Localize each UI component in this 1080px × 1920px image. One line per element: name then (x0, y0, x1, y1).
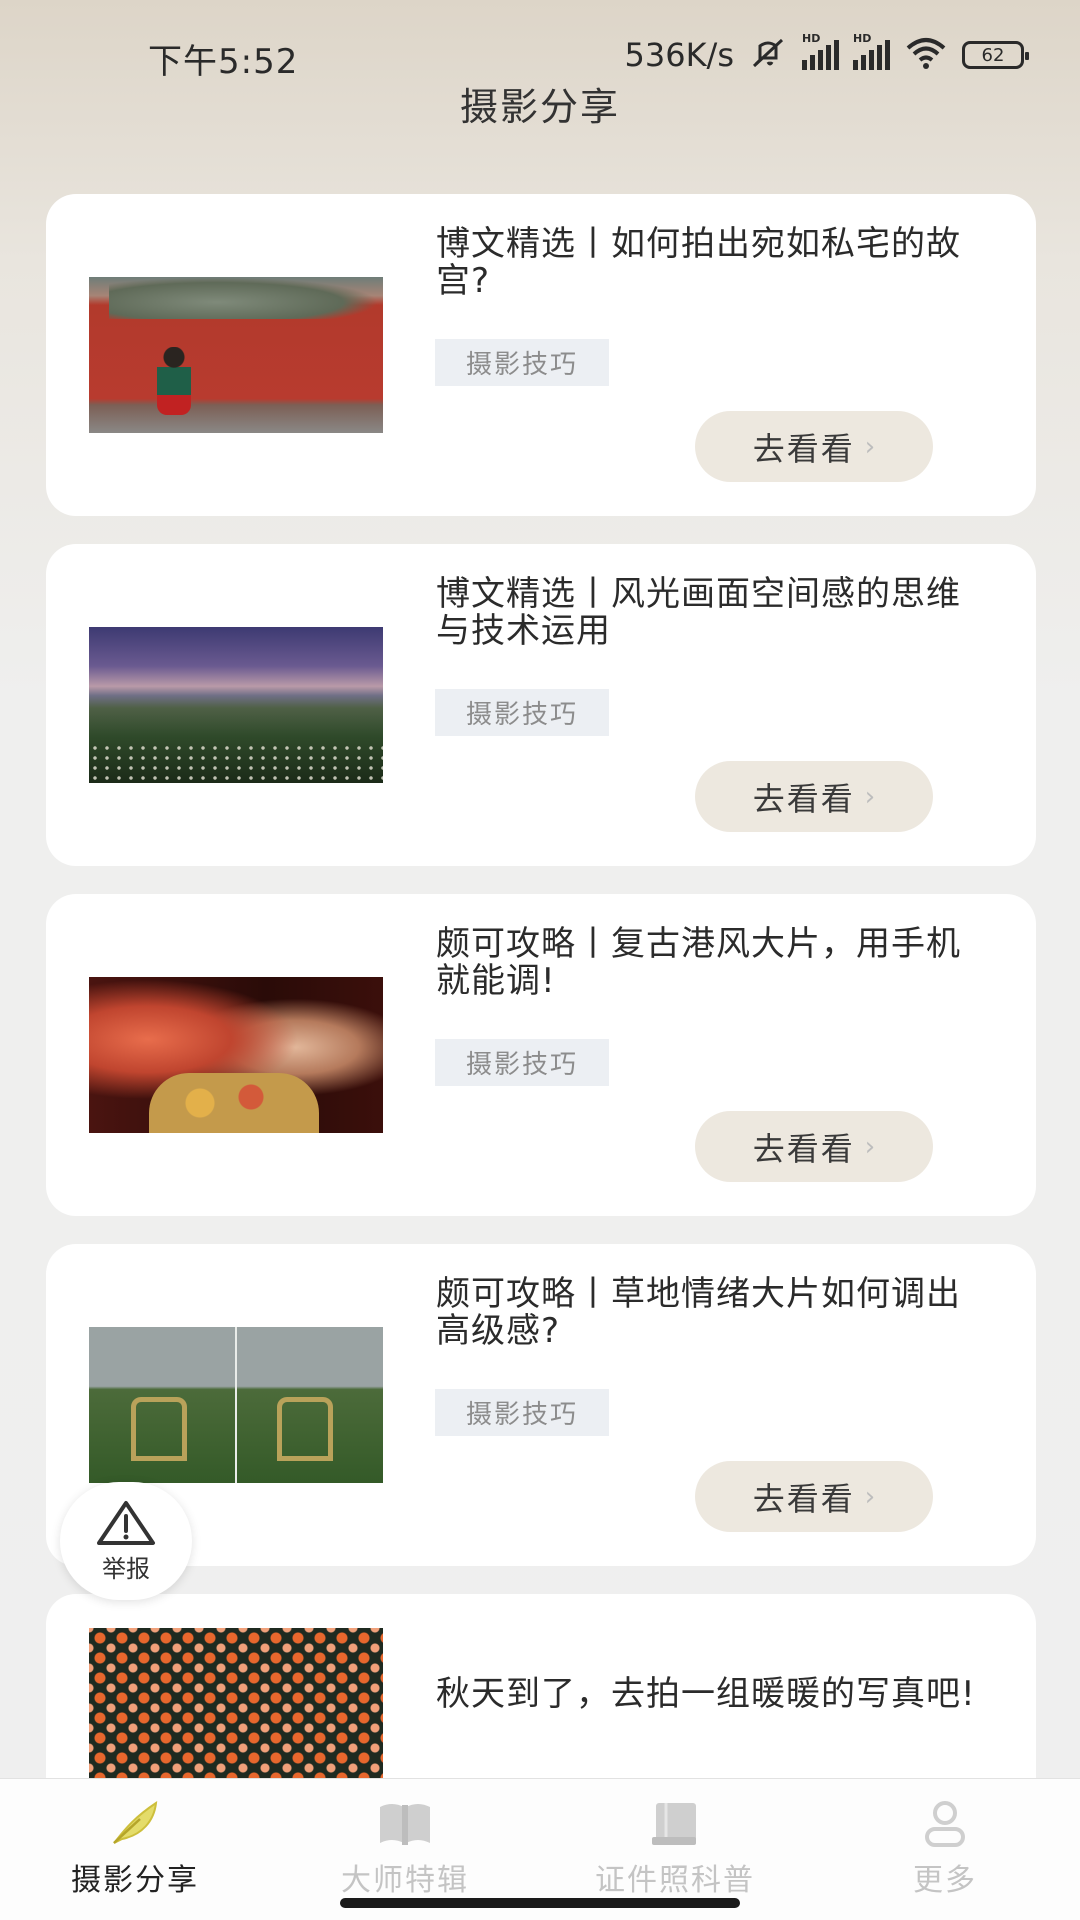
person-icon (925, 1801, 965, 1847)
chevron-right-icon: › (864, 1481, 876, 1512)
article-thumbnail[interactable] (89, 277, 383, 433)
tab-more[interactable]: 更多 (810, 1779, 1080, 1920)
report-label: 举报 (102, 1554, 150, 1583)
chevron-right-icon: › (864, 781, 876, 812)
article-feed[interactable]: 博文精选丨如何拍出宛如私宅的故宫? 摄影技巧 去看看 › 博文精选丨风光画面空间… (46, 194, 1036, 1778)
article-card[interactable]: 博文精选丨如何拍出宛如私宅的故宫? 摄影技巧 去看看 › (46, 194, 1036, 516)
tab-label: 证件照科普 (595, 1863, 755, 1898)
open-book-icon (380, 1804, 430, 1845)
view-article-label: 去看看 (752, 429, 855, 468)
feather-icon (113, 1800, 158, 1844)
article-thumbnail[interactable] (89, 627, 383, 783)
view-article-button[interactable]: 去看看 › (695, 411, 933, 482)
network-speed: 536K/s (624, 36, 734, 74)
page-title: 摄影分享 (459, 85, 620, 129)
article-tag: 摄影技巧 (435, 1389, 609, 1436)
article-title[interactable]: 博文精选丨风光画面空间感的思维与技术运用 (436, 576, 976, 650)
chevron-right-icon: › (864, 1131, 876, 1162)
article-tag: 摄影技巧 (435, 1039, 609, 1086)
home-indicator[interactable] (340, 1898, 740, 1908)
article-card[interactable]: 秋天到了，去拍一组暖暖的写真吧! (46, 1594, 1036, 1778)
signal-1-icon: HD (802, 32, 839, 70)
article-card[interactable]: 颇可攻略丨复古港风大片，用手机就能调! 摄影技巧 去看看 › (46, 894, 1036, 1216)
view-article-button[interactable]: 去看看 › (695, 1111, 933, 1182)
article-thumbnail[interactable] (89, 1628, 383, 1778)
status-icons: 536K/s HD HD 62 (624, 32, 1029, 76)
article-thumbnail[interactable] (89, 977, 383, 1133)
article-thumbnail[interactable] (89, 1327, 383, 1483)
view-article-button[interactable]: 去看看 › (695, 1461, 933, 1532)
view-article-button[interactable]: 去看看 › (695, 761, 933, 832)
chevron-right-icon: › (864, 431, 876, 462)
book-icon (652, 1803, 696, 1845)
tab-label: 更多 (913, 1863, 977, 1898)
signal-2-icon: HD (853, 32, 890, 70)
wifi-icon (904, 36, 948, 74)
article-card[interactable]: 博文精选丨风光画面空间感的思维与技术运用 摄影技巧 去看看 › (46, 544, 1036, 866)
article-tag: 摄影技巧 (435, 339, 609, 386)
tab-photo-share[interactable]: 摄影分享 (0, 1779, 270, 1920)
vibrate-off-icon (748, 36, 788, 74)
tab-label: 大师特辑 (341, 1863, 469, 1898)
article-title[interactable]: 秋天到了，去拍一组暖暖的写真吧! (436, 1676, 976, 1713)
report-button[interactable]: 举报 (60, 1482, 192, 1600)
view-article-label: 去看看 (752, 1479, 855, 1518)
article-tag: 摄影技巧 (435, 689, 609, 736)
battery-icon: 62 (962, 41, 1029, 69)
view-article-label: 去看看 (752, 779, 855, 818)
article-card[interactable]: 颇可攻略丨草地情绪大片如何调出高级感? 摄影技巧 去看看 › (46, 1244, 1036, 1566)
warning-icon (97, 1500, 155, 1545)
view-article-label: 去看看 (752, 1129, 855, 1168)
article-title[interactable]: 博文精选丨如何拍出宛如私宅的故宫? (436, 226, 976, 300)
article-title[interactable]: 颇可攻略丨草地情绪大片如何调出高级感? (436, 1276, 976, 1350)
tab-label: 摄影分享 (71, 1863, 199, 1898)
article-title[interactable]: 颇可攻略丨复古港风大片，用手机就能调! (436, 926, 976, 1000)
